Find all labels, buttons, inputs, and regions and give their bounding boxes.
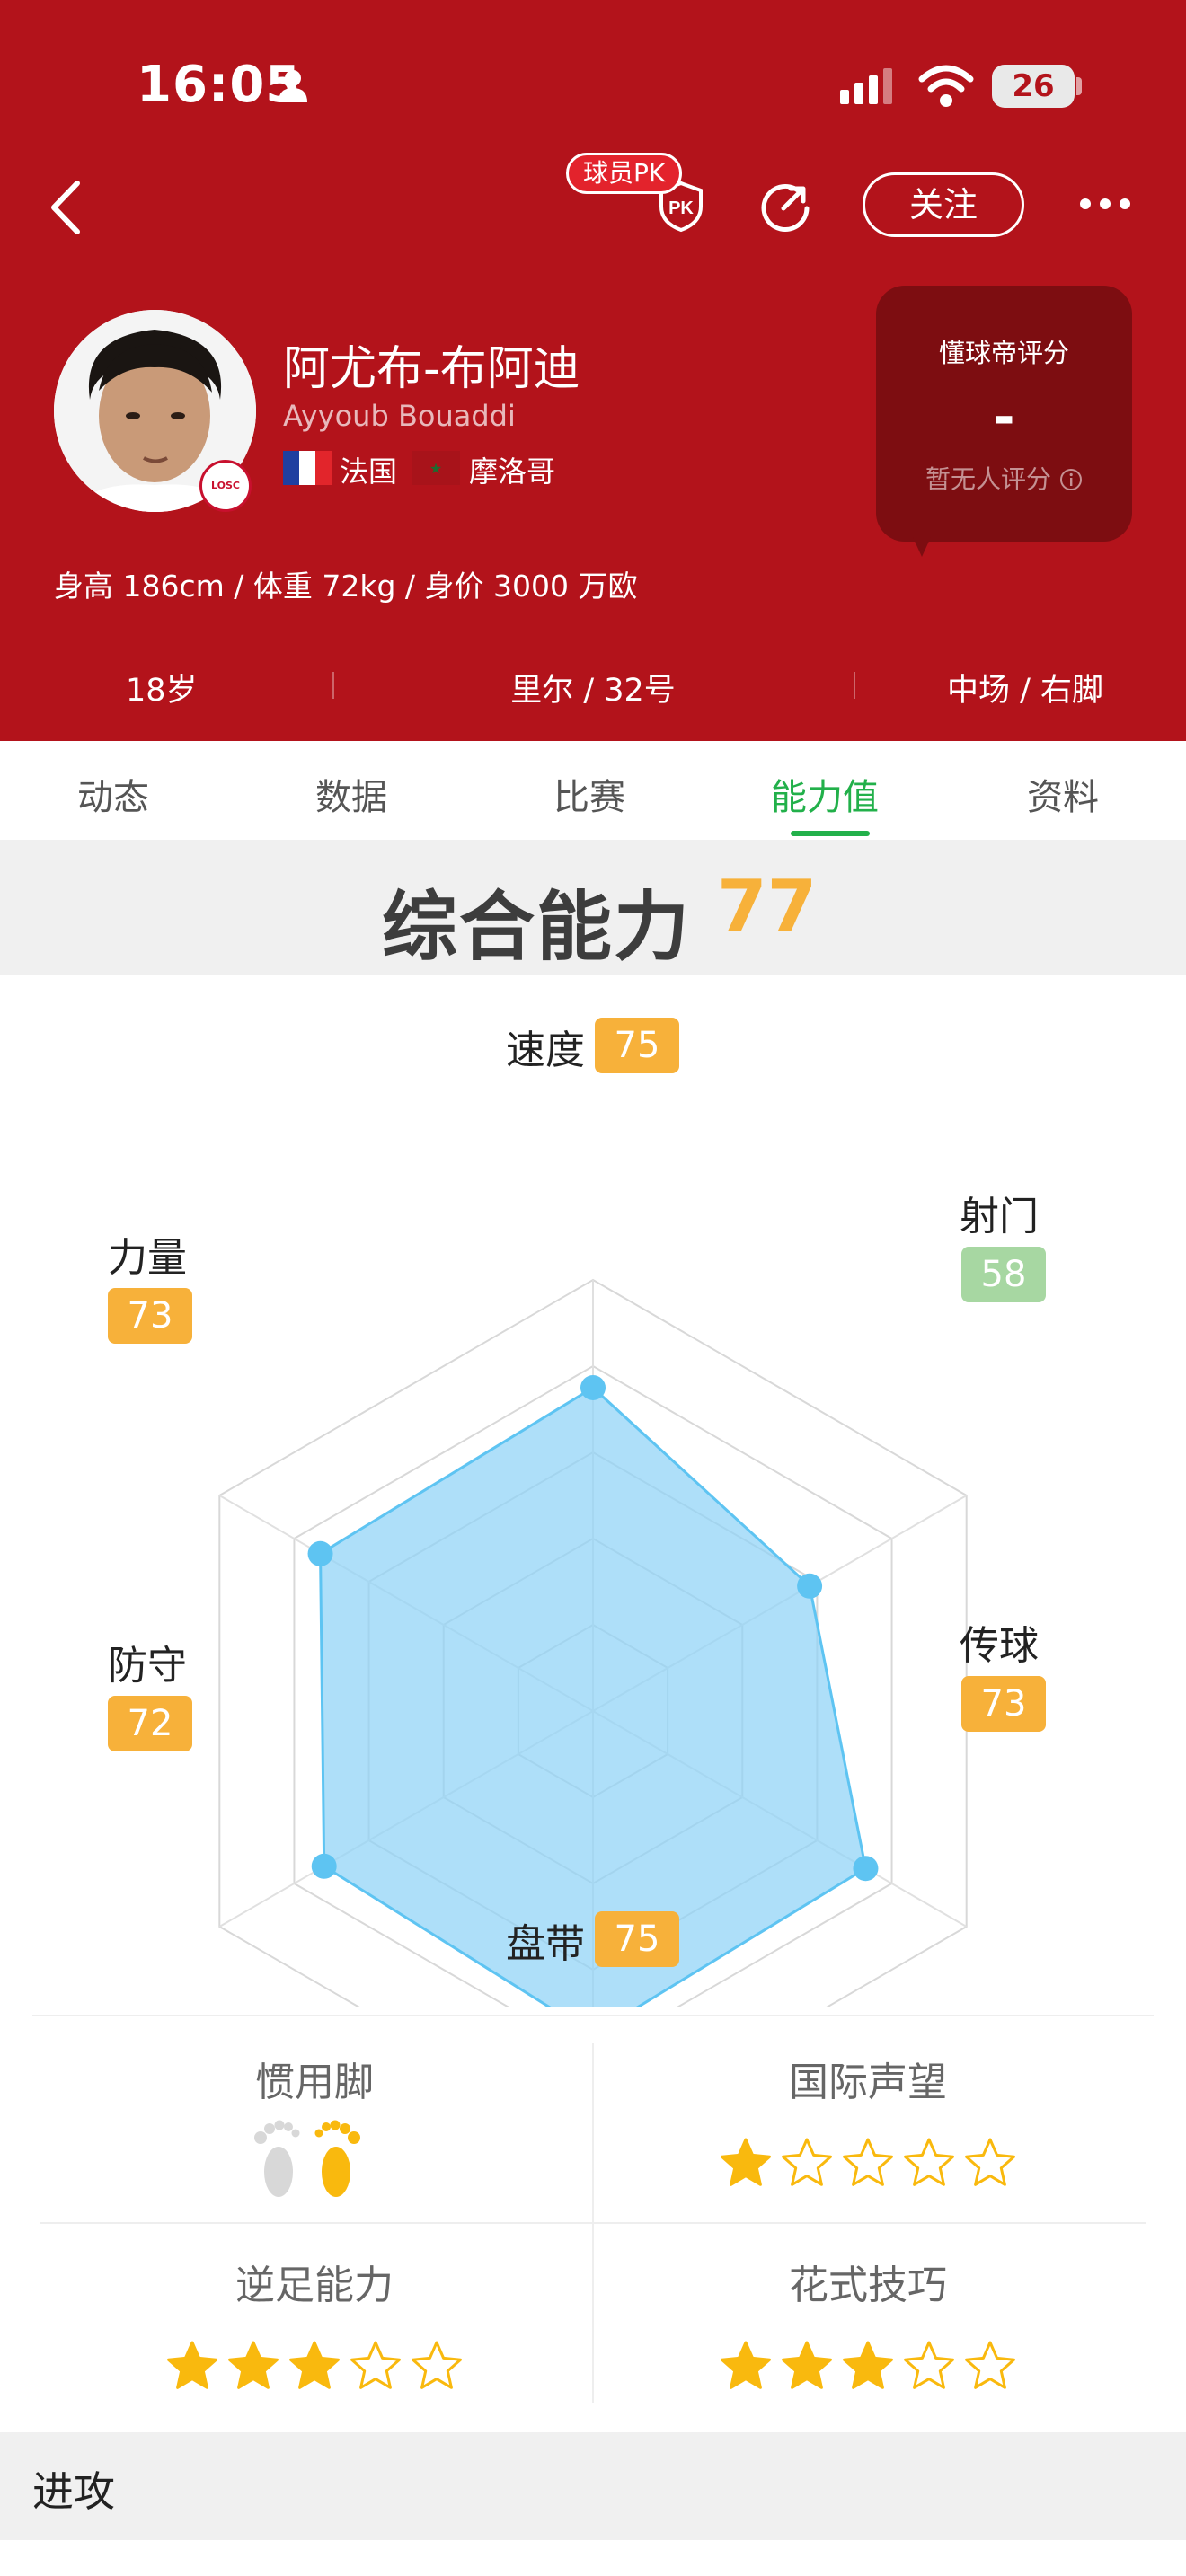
star-filled-icon bbox=[721, 2138, 771, 2186]
star-empty-icon bbox=[782, 2138, 832, 2186]
share-icon[interactable] bbox=[757, 178, 814, 235]
attr-label-dribbling: 盘带 bbox=[506, 1921, 585, 1967]
tab-active-indicator bbox=[791, 831, 870, 836]
player-name-cn: 阿尤布-布阿迪 bbox=[283, 342, 580, 396]
attr-label-passing: 传球 bbox=[960, 1623, 1039, 1669]
follow-button[interactable]: 关注 bbox=[863, 172, 1024, 237]
attr-value-dribbling: 75 bbox=[595, 1911, 679, 1967]
attack-section-header[interactable]: 进攻 bbox=[0, 2432, 1186, 2540]
rating-value: - bbox=[993, 386, 1015, 447]
attr-value-physical: 73 bbox=[108, 1288, 192, 1344]
star-filled-icon bbox=[782, 2341, 832, 2389]
overall-banner: 综合能力 77 bbox=[0, 840, 1186, 975]
star-filled-icon bbox=[167, 2341, 217, 2389]
tab-matches[interactable]: 比赛 bbox=[553, 768, 625, 820]
body-info: 身高 186cm / 体重 72kg / 身价 3000 万欧 bbox=[54, 569, 638, 604]
star-filled-icon bbox=[843, 2341, 893, 2389]
nation-primary: 法国 bbox=[340, 454, 398, 489]
player-header: 16:05 26 PK 球员PK 关注 LOSC 阿尤布-布阿迪 Ayyoub … bbox=[0, 0, 1186, 741]
preferred-foot-indicator bbox=[252, 2118, 363, 2201]
pk-label: 球员PK bbox=[566, 153, 683, 194]
star-empty-icon bbox=[412, 2341, 462, 2389]
right-foot-icon bbox=[314, 2120, 360, 2197]
radar-point-传球 bbox=[853, 1856, 879, 1882]
player-meta-row: 18岁 里尔 / 32号 中场 / 右脚 bbox=[0, 665, 1186, 710]
rating-title: 懂球帝评分 bbox=[938, 338, 1069, 368]
svg-text:PK: PK bbox=[668, 198, 694, 218]
attr-label-speed: 速度 bbox=[506, 1028, 585, 1073]
star-empty-icon bbox=[904, 2138, 954, 2186]
page-bottom bbox=[0, 2540, 1186, 2576]
radar-area bbox=[319, 1386, 868, 2007]
overall-value: 77 bbox=[717, 865, 818, 948]
attack-section-label: 进攻 bbox=[32, 2467, 115, 2516]
star-filled-icon bbox=[228, 2341, 279, 2389]
person-icon bbox=[279, 70, 307, 102]
reputation-title: 国际声望 bbox=[789, 2060, 947, 2105]
radar-point-力量 bbox=[307, 1540, 333, 1566]
info-icon bbox=[1059, 469, 1082, 490]
attr-value-defending: 72 bbox=[108, 1696, 192, 1751]
reputation-stars bbox=[616, 2136, 1120, 2190]
attr-value-passing: 73 bbox=[961, 1676, 1046, 1732]
attr-label-defending: 防守 bbox=[108, 1643, 187, 1689]
tab-profile[interactable]: 资料 bbox=[1027, 768, 1099, 820]
divider bbox=[40, 2222, 1146, 2224]
preferred-foot-title: 惯用脚 bbox=[255, 2060, 374, 2105]
attr-value-shooting: 58 bbox=[961, 1247, 1046, 1302]
more-icon[interactable] bbox=[1078, 196, 1132, 212]
radar-point-防守 bbox=[311, 1853, 337, 1879]
meta-divider bbox=[854, 672, 855, 699]
signal-icon bbox=[840, 68, 892, 104]
weak-foot-title: 逆足能力 bbox=[235, 2263, 394, 2308]
tab-news[interactable]: 动态 bbox=[77, 768, 149, 820]
star-empty-icon bbox=[965, 2138, 1015, 2186]
tab-ability[interactable]: 能力值 bbox=[771, 768, 879, 820]
attr-label-shooting: 射门 bbox=[960, 1194, 1039, 1239]
morocco-flag-icon: ★ bbox=[412, 451, 460, 485]
radar-point-射门 bbox=[797, 1573, 823, 1599]
skill-moves-stars bbox=[616, 2339, 1120, 2393]
left-foot-icon bbox=[254, 2120, 300, 2197]
france-flag-icon bbox=[283, 451, 332, 485]
radar-point-速度 bbox=[580, 1375, 606, 1400]
attr-value-speed: 75 bbox=[595, 1018, 679, 1073]
skill-moves-title: 花式技巧 bbox=[789, 2263, 947, 2308]
star-empty-icon bbox=[904, 2341, 954, 2389]
rating-card[interactable]: 懂球帝评分 - 暂无人评分 bbox=[876, 286, 1132, 542]
battery-tip bbox=[1076, 77, 1082, 95]
star-filled-icon bbox=[721, 2341, 771, 2389]
star-empty-icon bbox=[350, 2341, 401, 2389]
weak-foot-stars bbox=[63, 2339, 566, 2393]
nation-secondary: 摩洛哥 bbox=[469, 454, 556, 489]
tab-bar: 动态 数据 比赛 能力值 资料 bbox=[0, 741, 1186, 840]
back-icon[interactable] bbox=[45, 176, 86, 239]
player-position-foot: 中场 / 右脚 bbox=[946, 673, 1103, 709]
rating-note: 暂无人评分 bbox=[876, 460, 1132, 496]
wifi-icon bbox=[918, 65, 974, 107]
player-pk-button[interactable]: PK 球员PK bbox=[566, 153, 710, 234]
divider bbox=[32, 2015, 1154, 2016]
player-name-en: Ayyoub Bouaddi bbox=[283, 399, 516, 433]
ability-radar-chart bbox=[218, 1278, 968, 2007]
tab-stats[interactable]: 数据 bbox=[315, 768, 387, 820]
battery-indicator: 26 bbox=[992, 65, 1075, 108]
attr-label-physical: 力量 bbox=[108, 1235, 187, 1281]
rating-tail bbox=[913, 537, 931, 557]
club-badge-icon: LOSC bbox=[199, 460, 252, 512]
star-empty-icon bbox=[965, 2341, 1015, 2389]
star-empty-icon bbox=[843, 2138, 893, 2186]
overall-title: 综合能力 bbox=[382, 883, 692, 971]
star-filled-icon bbox=[289, 2341, 340, 2389]
